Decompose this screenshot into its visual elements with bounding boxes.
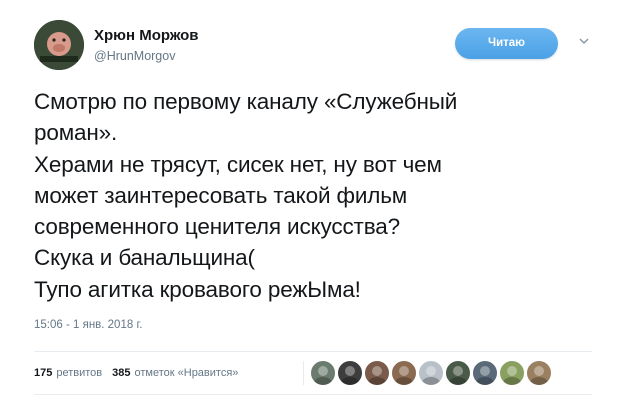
tweet-text-line: Смотрю по первому каналу «Служебный [34,89,458,114]
tweet-card: Хрюн Моржов @HrunMorgov Читаю Смотрю по … [0,0,618,407]
retweets-stat[interactable]: 175 ретвитов [34,367,102,379]
liker-avatar-3[interactable] [364,360,390,386]
liker-avatar-2[interactable] [337,360,363,386]
tweet-text: Смотрю по первому каналу «Служебный рома… [34,86,604,305]
divider [34,394,592,395]
author-handle[interactable]: @HrunMorgov [94,49,175,63]
following-button[interactable]: Читаю [455,28,558,59]
liker-avatar-9[interactable] [526,360,552,386]
likes-label: отметок «Нравится» [134,367,239,379]
retweets-label: ретвитов [56,367,103,379]
author-avatar[interactable] [34,20,84,70]
tweet-text-line: Херами не трясут, сисек нет, ну вот чем [34,151,442,177]
liker-avatar-1[interactable] [310,360,336,386]
liker-avatar-4[interactable] [391,360,417,386]
tweet-stats: 175 ретвитов 385 отметок «Нравится» [34,359,248,387]
divider [34,351,592,352]
tweet-text-line: Скука и банальщина( [34,245,255,271]
tweet-text-line: может заинтересовать такой фильм [34,182,408,208]
liker-avatar-5[interactable] [418,360,444,386]
tweet-text-line: роман». [34,120,118,146]
liker-avatar-8[interactable] [499,360,525,386]
likes-stat[interactable]: 385 отметок «Нравится» [112,367,238,379]
retweets-count: 175 [34,367,53,379]
liker-avatar-7[interactable] [472,360,498,386]
liker-avatar-6[interactable] [445,360,471,386]
author-name[interactable]: Хрюн Моржов [94,27,198,44]
chevron-down-icon[interactable] [578,35,590,47]
divider [303,361,304,385]
likes-count: 385 [112,367,131,379]
tweet-text-line: Тупо агитка кровавого режЫма! [34,276,361,302]
tweet-text-line: современного ценителя искусства? [34,214,400,240]
tweet-timestamp[interactable]: 15:06 - 1 янв. 2018 г. [34,319,142,331]
